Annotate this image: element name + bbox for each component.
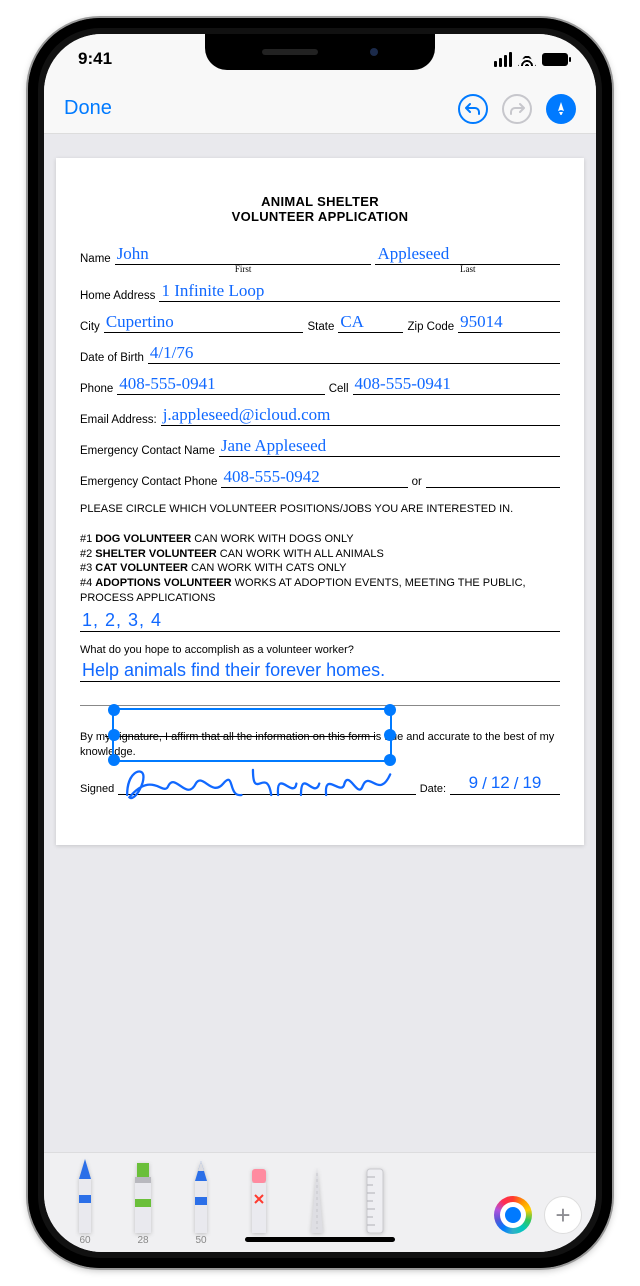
resize-handle-icon[interactable] (384, 704, 396, 716)
pen-size: 60 (79, 1235, 90, 1246)
field-goal: Help animals find their forever homes. (80, 660, 560, 682)
field-positions: 1, 2, 3, 4 (80, 610, 560, 632)
field-emg-phone-alt (426, 487, 560, 488)
screen: 9:41 Done (44, 34, 596, 1252)
label-signed: Signed (80, 783, 114, 795)
wifi-icon (518, 52, 536, 66)
pen-tool[interactable]: 60 (58, 1155, 112, 1252)
signature-selection-box[interactable] (112, 708, 392, 762)
document-canvas[interactable]: ANIMAL SHELTER VOLUNTEER APPLICATION Nam… (44, 134, 596, 1152)
field-first-name: JohnFirst (115, 244, 372, 265)
battery-icon (542, 53, 568, 66)
pencil-tool[interactable]: 50 (174, 1155, 228, 1252)
resize-handle-icon[interactable] (384, 729, 396, 741)
label-emg-phone: Emergency Contact Phone (80, 476, 217, 488)
field-zip: 95014 (458, 312, 560, 333)
field-emg-phone: 408-555-0942 (221, 467, 407, 488)
markup-nav: Done (44, 84, 596, 134)
label-or: or (412, 476, 422, 488)
field-dob: 4/1/76 (148, 343, 560, 364)
done-button[interactable]: Done (64, 97, 112, 120)
field-cell: 408-555-0941 (353, 374, 560, 395)
label-zip: Zip Code (407, 321, 454, 333)
resize-handle-icon[interactable] (108, 704, 120, 716)
field-email: j.appleseed@icloud.com (161, 405, 560, 426)
pencil-size: 50 (195, 1235, 206, 1246)
resize-handle-icon[interactable] (384, 754, 396, 766)
add-annotation-button[interactable]: + (544, 1196, 582, 1234)
label-email: Email Address: (80, 414, 157, 426)
document-page: ANIMAL SHELTER VOLUNTEER APPLICATION Nam… (56, 158, 584, 845)
field-last-name: AppleseedLast (375, 244, 560, 265)
device-frame: 9:41 Done (0, 0, 640, 1286)
redo-button[interactable] (502, 94, 532, 124)
label-phone: Phone (80, 383, 113, 395)
label-date: Date: (420, 783, 446, 795)
markup-toggle-button[interactable] (546, 94, 576, 124)
label-state: State (307, 321, 334, 333)
color-picker-button[interactable] (494, 1196, 532, 1234)
label-cell: Cell (329, 383, 349, 395)
home-indicator[interactable] (245, 1237, 395, 1242)
label-city: City (80, 321, 100, 333)
instructions-lead: PLEASE CIRCLE WHICH VOLUNTEER POSITIONS/… (80, 502, 560, 517)
label-dob: Date of Birth (80, 352, 144, 364)
question-goal: What do you hope to accomplish as a volu… (80, 644, 560, 656)
highlighter-size: 28 (137, 1235, 148, 1246)
doc-title-1: ANIMAL SHELTER (80, 194, 560, 209)
field-signature[interactable] (118, 767, 415, 795)
undo-button[interactable] (458, 94, 488, 124)
cellular-icon (494, 52, 512, 67)
resize-handle-icon[interactable] (108, 729, 120, 741)
doc-title-2: VOLUNTEER APPLICATION (80, 209, 560, 224)
instructions-block: PLEASE CIRCLE WHICH VOLUNTEER POSITIONS/… (80, 502, 560, 606)
clock: 9:41 (78, 49, 112, 69)
field-city: Cupertino (104, 312, 304, 333)
field-emg-name: Jane Appleseed (219, 436, 560, 457)
resize-handle-icon[interactable] (108, 754, 120, 766)
field-state: CA (338, 312, 403, 333)
field-phone: 408-555-0941 (117, 374, 324, 395)
label-name: Name (80, 253, 111, 265)
highlighter-tool[interactable]: 28 (116, 1155, 170, 1252)
label-address: Home Address (80, 290, 155, 302)
ruled-line (80, 688, 560, 706)
field-sign-date: 9/12/19 (450, 773, 560, 795)
field-address: 1 Infinite Loop (159, 281, 560, 302)
notch (205, 34, 435, 70)
label-emg-name: Emergency Contact Name (80, 445, 215, 457)
signature-mark (118, 763, 415, 804)
